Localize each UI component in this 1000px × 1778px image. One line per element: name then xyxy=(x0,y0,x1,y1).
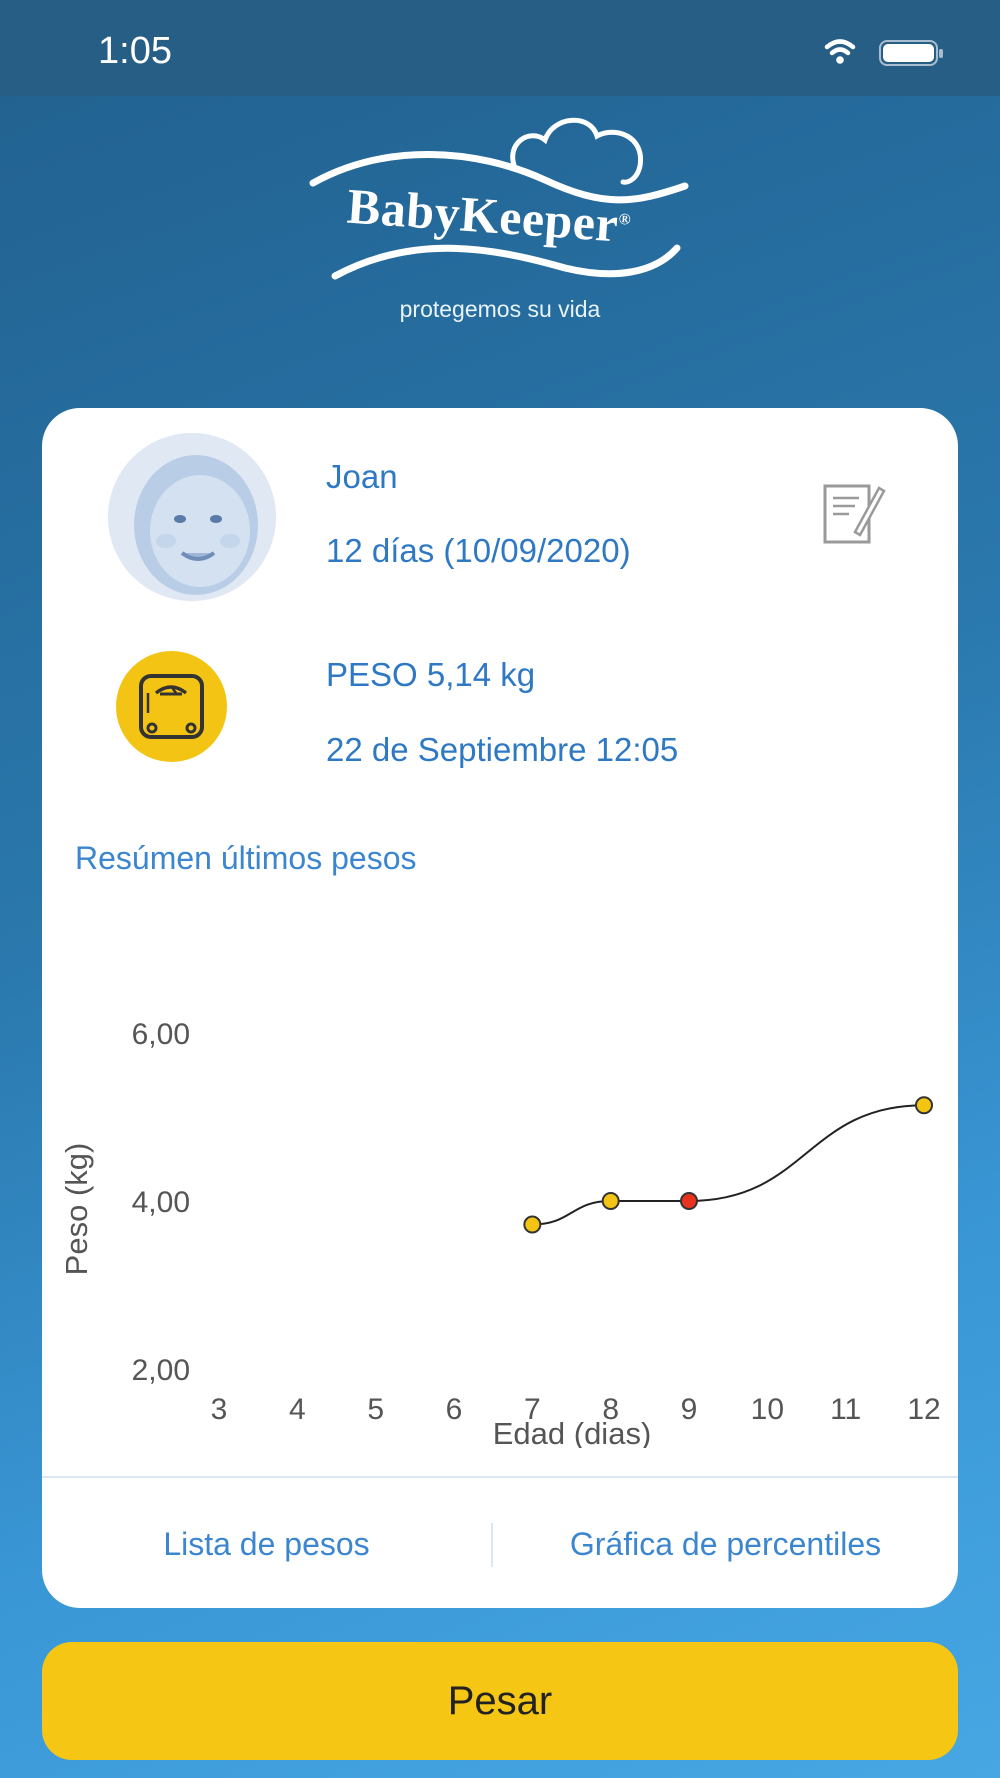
scale-badge xyxy=(116,651,227,762)
weight-chart: 2,004,006,003 4 5 6 7 8 9 10 11 12Edad (dias)Peso… xyxy=(59,1018,941,1448)
status-time: 1:05 xyxy=(98,30,172,72)
x-axis-label: Edad (dias) xyxy=(493,1416,652,1448)
data-point xyxy=(523,1215,542,1234)
baby-photo-icon xyxy=(108,433,276,601)
data-point xyxy=(915,1096,933,1115)
y-tick-label: 6,00 xyxy=(132,1018,190,1051)
baby-summary-card: Joan 12 días (10/09/2020) PESO 5,14 kg 2… xyxy=(42,408,958,1608)
edit-profile-icon[interactable] xyxy=(819,476,889,552)
last-weight-date: 22 de Septiembre 12:05 xyxy=(326,731,679,768)
data-point xyxy=(680,1192,698,1210)
brand-tagline: protegemos su vida xyxy=(399,296,601,322)
y-tick-label: 4,00 xyxy=(132,1186,190,1219)
status-bar: 1:05 xyxy=(0,0,1000,96)
weights-list-link[interactable]: Lista de pesos xyxy=(42,1526,491,1563)
x-tick-label: 5 xyxy=(367,1393,384,1426)
weights-summary-title: Resúmen últimos pesos xyxy=(75,840,417,876)
series-line xyxy=(532,1104,925,1226)
scale-icon xyxy=(139,674,204,739)
x-tick-label: 3 xyxy=(211,1393,228,1426)
y-axis-label: Peso (kg) xyxy=(59,1143,94,1276)
x-tick-label: 10 xyxy=(751,1393,784,1426)
x-tick-label: 9 xyxy=(681,1393,698,1426)
status-icons xyxy=(824,39,943,66)
card-divider xyxy=(42,1476,958,1478)
x-tick-label: 12 xyxy=(907,1393,940,1426)
wifi-icon xyxy=(824,39,856,64)
y-tick-label: 2,00 xyxy=(132,1354,190,1387)
x-tick-label: 11 xyxy=(830,1393,861,1426)
weigh-button[interactable]: Pesar xyxy=(42,1642,958,1760)
baby-avatar[interactable] xyxy=(108,433,276,601)
baby-age: 12 días (10/09/2020) xyxy=(326,532,631,569)
data-point xyxy=(601,1192,620,1210)
battery-icon xyxy=(879,40,943,66)
baby-name: Joan xyxy=(326,458,398,495)
brand-logo: BabyKeeper® protegemos su vida xyxy=(305,108,695,333)
x-tick-label: 6 xyxy=(446,1393,463,1426)
percentiles-chart-link[interactable]: Gráfica de percentiles xyxy=(493,1526,958,1563)
x-tick-label: 4 xyxy=(289,1393,306,1426)
last-weight: PESO 5,14 kg xyxy=(326,656,536,693)
